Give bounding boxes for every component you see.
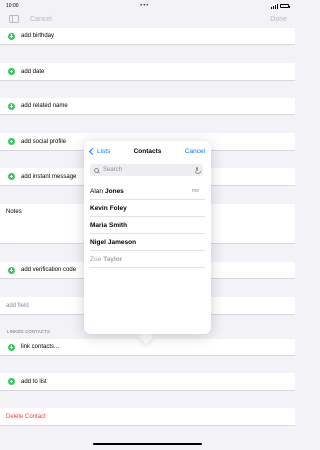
add-to-list-row[interactable]: add to list [0, 373, 295, 391]
add-icon[interactable] [8, 173, 15, 180]
add-icon[interactable] [8, 32, 15, 40]
navigation-bar: Cancel Done [0, 12, 295, 28]
row-label: add birthday [21, 33, 55, 39]
linked-contacts-header: LINKED CONTACTS [7, 329, 51, 334]
row-label: add date [21, 68, 45, 75]
add-icon[interactable] [8, 378, 15, 385]
signal-icon [270, 3, 278, 9]
microphone-icon[interactable] [194, 167, 200, 174]
contact-last-name: Foley [109, 204, 127, 212]
contact-first-name: Kevin [90, 204, 108, 212]
row-label: add field [6, 302, 29, 309]
search-icon [94, 167, 99, 173]
add-icon[interactable] [8, 68, 15, 75]
status-bar: 10:00 ••• [0, 0, 295, 12]
row-label: add instant message [21, 173, 77, 180]
contact-row[interactable]: Zoe Taylor [90, 251, 205, 268]
add-related-name-row[interactable]: add related name [0, 98, 295, 115]
popover-cancel-button[interactable]: Cancel [185, 148, 205, 155]
add-icon[interactable] [8, 138, 15, 145]
add-icon[interactable] [8, 102, 15, 110]
cancel-button[interactable]: Cancel [30, 16, 52, 23]
done-button[interactable]: Done [270, 16, 287, 23]
add-date-row[interactable]: add date [0, 63, 295, 81]
add-icon[interactable] [8, 266, 15, 274]
search-placeholder: Search [103, 167, 123, 173]
sidebar-toggle-icon[interactable] [9, 15, 19, 23]
row-label: add related name [21, 103, 68, 109]
row-label: add social profile [21, 138, 67, 145]
row-label: add verification code [21, 267, 77, 273]
contact-last-name: Jameson [107, 238, 137, 246]
row-label: link contacts... [21, 344, 60, 350]
battery-icon [279, 4, 290, 8]
status-time: 10:00 [6, 3, 19, 9]
status-indicators [270, 3, 290, 9]
contact-row[interactable]: Nigel Jameson [90, 234, 205, 251]
contact-row[interactable]: Maria Smith [90, 217, 205, 234]
row-label: add to list [21, 378, 47, 385]
search-input[interactable]: Search [90, 164, 203, 176]
contacts-popover: Lists Contacts Cancel Search Alan Jones … [84, 141, 211, 334]
row-label: Delete Contact [6, 413, 46, 420]
contact-last-name: Jones [105, 187, 124, 195]
contact-first-name: Maria [90, 221, 107, 229]
home-indicator[interactable] [93, 443, 202, 445]
popover-header: Lists Contacts Cancel [84, 141, 211, 165]
delete-contact-button[interactable]: Delete Contact [0, 408, 295, 426]
notes-label: Notes [6, 209, 22, 215]
add-icon[interactable] [8, 343, 15, 351]
contact-row[interactable]: Alan Jones me [90, 183, 205, 200]
contact-last-name: Smith [108, 221, 128, 229]
multitasking-dots[interactable]: ••• [140, 3, 149, 9]
contact-first-name: Nigel [90, 238, 106, 246]
add-birthday-row[interactable]: add birthday [0, 28, 295, 45]
contact-first-name: Zoe [90, 255, 102, 263]
contact-row[interactable]: Kevin Foley [90, 200, 205, 217]
me-badge: me [192, 188, 199, 194]
contact-last-name: Taylor [103, 255, 123, 263]
contact-first-name: Alan [90, 187, 104, 195]
